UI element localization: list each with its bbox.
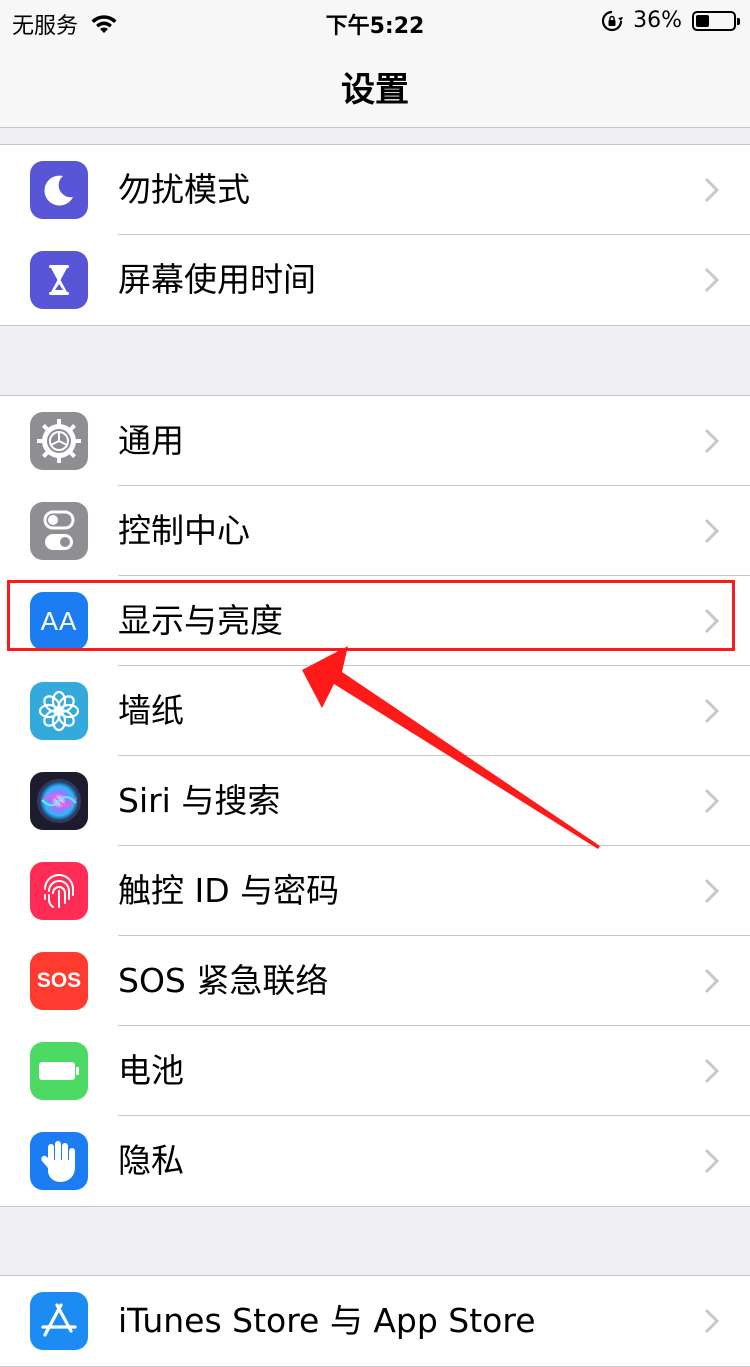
annotation-arrow: [302, 646, 600, 849]
